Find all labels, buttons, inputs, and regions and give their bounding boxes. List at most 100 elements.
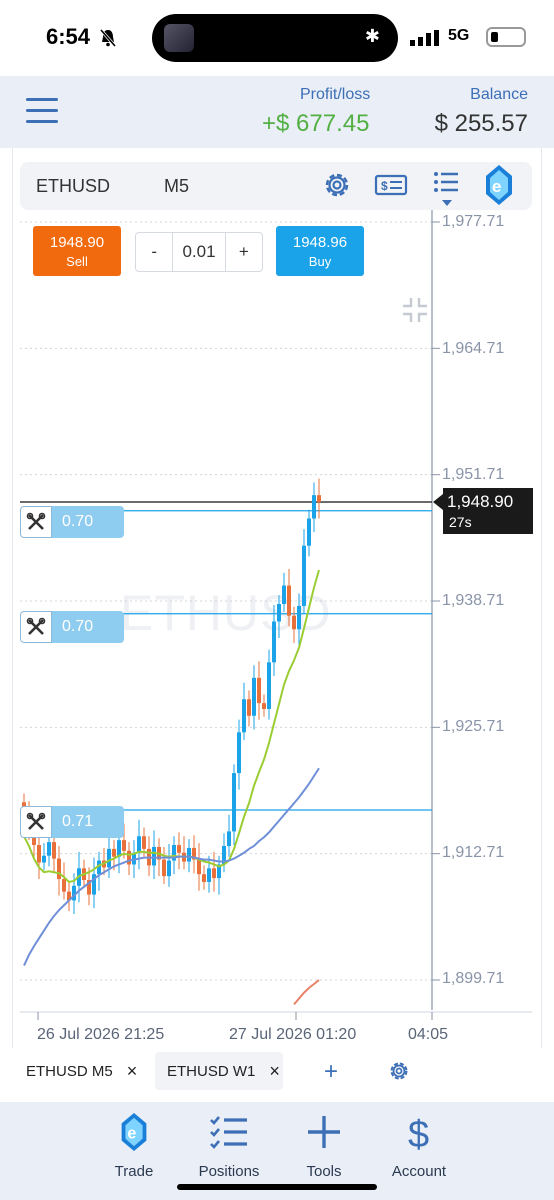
sell-label: Sell	[66, 254, 88, 269]
candle-body	[307, 518, 311, 546]
tab-ethusd-m5[interactable]: ETHUSD M5 ×	[14, 1052, 142, 1090]
dollar-icon: $	[408, 1114, 429, 1156]
candle-body	[287, 585, 291, 616]
x-tick-label: 04:05	[408, 1026, 449, 1043]
lot-size-input[interactable]: 0.01	[173, 233, 224, 271]
candle-body	[57, 858, 61, 880]
tools-icon[interactable]	[20, 611, 52, 643]
candle-body	[227, 831, 231, 846]
y-tick-label: 1,899.71	[442, 970, 505, 987]
candle-body	[42, 855, 46, 863]
nav-trade[interactable]: e Trade	[86, 1112, 182, 1180]
candle-body	[62, 879, 66, 892]
y-tick-label: 1,912.71	[442, 844, 505, 861]
home-indicator	[177, 1184, 377, 1190]
candle-body	[152, 846, 156, 866]
y-tick-label: 1,938.71	[442, 592, 505, 609]
candle-body	[272, 621, 276, 663]
candle-countdown: 27s	[449, 514, 472, 530]
y-tick-label: 1,925.71	[442, 718, 505, 735]
timeframe-selector[interactable]: M5	[164, 176, 189, 197]
tab-label: ETHUSD W1	[167, 1062, 256, 1080]
candle-body	[282, 585, 286, 605]
candle-body	[47, 842, 51, 856]
increase-lot-button[interactable]: +	[224, 233, 262, 271]
candle-body	[312, 495, 316, 519]
buy-price: 1948.96	[292, 234, 348, 251]
candle-body	[252, 677, 256, 716]
add-chart-tab-button[interactable]: +	[324, 1058, 338, 1086]
position-lots: 0.70	[52, 506, 124, 538]
candle-body	[137, 836, 141, 853]
positions-list-icon	[210, 1116, 247, 1149]
candle-body	[127, 850, 131, 865]
candle-body	[202, 874, 206, 882]
decrease-lot-button[interactable]: -	[136, 233, 174, 271]
position-tag[interactable]: 0.71	[20, 806, 124, 838]
candle-body	[197, 859, 201, 875]
candle-body	[297, 605, 301, 630]
sell-button[interactable]: 1948.90 Sell	[33, 226, 121, 276]
candle-body	[277, 604, 281, 622]
y-tick-label: 1,964.71	[442, 340, 505, 357]
candle-body	[37, 845, 41, 863]
x-tick-label: 26 Jul 2026 21:25	[37, 1026, 165, 1043]
position-tag[interactable]: 0.70	[20, 611, 124, 643]
nav-label: Account	[391, 1163, 447, 1180]
tools-icon[interactable]	[20, 806, 52, 838]
candle-body	[142, 836, 146, 849]
list-dropdown-icon[interactable]	[432, 170, 462, 210]
candle-body	[232, 773, 236, 832]
svg-text:e: e	[127, 1125, 136, 1143]
moving-average-line	[23, 767, 320, 966]
candle-body	[107, 848, 111, 868]
moving-average-line	[293, 979, 320, 1006]
candle-body	[267, 662, 271, 709]
svg-text:$: $	[381, 179, 388, 193]
nav-label: Tools	[306, 1163, 342, 1180]
cash-icon[interactable]: $	[374, 170, 408, 200]
buy-label: Buy	[308, 254, 332, 269]
candle-body	[112, 848, 116, 857]
candle-body	[247, 699, 251, 716]
candle-body	[167, 860, 171, 877]
nav-positions[interactable]: Positions	[181, 1112, 277, 1180]
current-price: 1,948.90	[447, 492, 514, 511]
current-price-tag: 1,948.90 27s	[433, 488, 533, 534]
candle-body	[257, 677, 261, 704]
svg-text:$: $	[408, 1114, 429, 1152]
candle-body	[162, 859, 166, 877]
candle-body	[52, 842, 56, 859]
lot-stepper: - 0.01 +	[135, 232, 263, 272]
symbol-selector[interactable]: ETHUSD	[36, 176, 110, 197]
candle-body	[177, 845, 181, 853]
svg-text:e: e	[492, 177, 501, 196]
candle-body	[262, 703, 266, 709]
chart-settings-icon[interactable]	[388, 1060, 410, 1082]
tab-label: ETHUSD M5	[26, 1062, 113, 1080]
app-logo-icon: e	[486, 165, 512, 205]
candle-body	[242, 699, 246, 733]
sell-price: 1948.90	[49, 234, 105, 251]
nav-label: Positions	[198, 1163, 260, 1180]
position-tag[interactable]: 0.70	[20, 506, 124, 538]
buy-button[interactable]: 1948.96 Buy	[276, 226, 364, 276]
candle-body	[237, 732, 241, 774]
candle-body	[302, 545, 306, 606]
candle-body	[212, 868, 216, 879]
tools-icon[interactable]	[20, 506, 52, 538]
candle-body	[187, 847, 191, 862]
plus-icon	[308, 1116, 340, 1148]
close-tab-icon[interactable]: ×	[127, 1061, 138, 1082]
nav-tools[interactable]: Tools	[276, 1112, 372, 1180]
collapse-icon[interactable]	[402, 297, 428, 323]
symbol-bar: ETHUSD M5 $ e	[20, 162, 532, 210]
tab-ethusd-w1[interactable]: ETHUSD W1 ×	[155, 1052, 283, 1090]
candle-body	[207, 868, 211, 882]
y-tick-label: 1,951.71	[442, 466, 505, 483]
settings-icon[interactable]	[322, 170, 352, 200]
trade-logo-icon: e	[121, 1112, 147, 1152]
candle-body	[292, 615, 296, 630]
nav-account[interactable]: $ Account	[371, 1112, 467, 1180]
close-tab-icon[interactable]: ×	[269, 1061, 280, 1082]
